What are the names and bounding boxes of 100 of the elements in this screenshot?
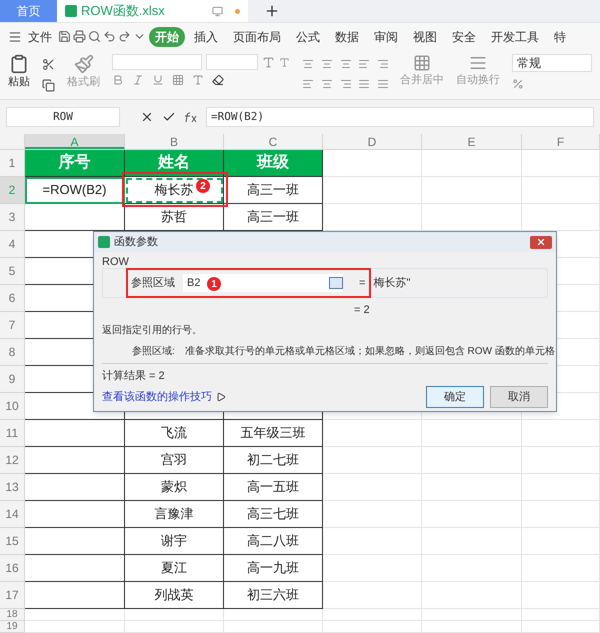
row-header[interactable]: 16: [0, 555, 25, 582]
row-header[interactable]: 15: [0, 528, 25, 555]
table-cell: 谢宇: [125, 528, 224, 555]
column-header[interactable]: C: [224, 134, 323, 149]
close-button[interactable]: [530, 236, 552, 248]
column-header[interactable]: E: [422, 134, 522, 149]
argument-help-text: 准备求取其行号的单元格或单元格区域；如果忽略，则返回包含 ROW 函数的单元格: [184, 344, 555, 358]
align-center-icon: [320, 78, 333, 90]
row-header[interactable]: 14: [0, 501, 25, 528]
ribbon-tab[interactable]: 公式: [290, 26, 326, 46]
ribbon-tab[interactable]: 安全: [446, 26, 482, 46]
row-header[interactable]: 7: [0, 312, 25, 339]
file-tab[interactable]: ROW函数.xlsx: [57, 0, 248, 22]
ribbon-tab[interactable]: 页面布局: [227, 26, 287, 46]
ok-button[interactable]: 确定: [426, 386, 484, 408]
home-tab[interactable]: 首页: [0, 0, 57, 22]
undo-icon[interactable]: [103, 30, 116, 43]
column-header[interactable]: B: [125, 134, 224, 149]
name-box[interactable]: ROW: [6, 107, 120, 127]
align-top-icon: [302, 58, 314, 70]
close-icon[interactable]: [536, 237, 546, 247]
argument-label: 参照区域: [131, 276, 175, 291]
new-tab-button[interactable]: [264, 3, 280, 19]
column-header[interactable]: F: [522, 134, 600, 149]
outdent-icon: [377, 58, 390, 70]
wrap-text-icon: [469, 54, 487, 72]
formula-field[interactable]: =ROW(B2): [206, 107, 594, 127]
file-menu[interactable]: 文件: [28, 28, 52, 46]
print-preview-icon[interactable]: [88, 30, 101, 43]
table-cell: 高一九班: [224, 555, 323, 582]
paste-button[interactable]: 粘贴: [8, 74, 30, 90]
row-header[interactable]: 4: [0, 231, 25, 258]
row-header[interactable]: 1: [0, 150, 25, 177]
justify-icon: [358, 78, 370, 90]
ribbon-tab[interactable]: 审阅: [368, 26, 404, 46]
row-header[interactable]: 5: [0, 258, 25, 285]
table-cell: 言豫津: [125, 501, 224, 528]
video-icon[interactable]: [216, 392, 226, 402]
table-cell: 初三六班: [224, 582, 323, 609]
underline-icon: [152, 74, 164, 86]
cancel-icon: [140, 110, 154, 124]
row-header[interactable]: 6: [0, 285, 25, 312]
table-cell: 高三七班: [224, 501, 323, 528]
row-header[interactable]: 11: [0, 420, 25, 447]
format-painter-button[interactable]: 格式刷: [67, 74, 100, 90]
monitor-icon: [212, 6, 223, 16]
ribbon-tab[interactable]: 开始: [149, 26, 185, 46]
cancel-button[interactable]: 取消: [490, 386, 548, 408]
distribute-icon: [377, 78, 390, 90]
row-header[interactable]: 8: [0, 339, 25, 366]
ribbon-tab[interactable]: 视图: [407, 26, 443, 46]
app-icon: [98, 236, 110, 248]
font-size-field[interactable]: [206, 54, 258, 70]
ribbon-tab[interactable]: 插入: [188, 26, 224, 46]
row-header[interactable]: 10: [0, 393, 25, 420]
step-badge: 2: [196, 179, 210, 193]
ribbon-tab[interactable]: 特: [548, 26, 572, 46]
tab-title: ROW函数.xlsx: [81, 2, 165, 20]
fx-icon[interactable]: [184, 110, 198, 124]
merge-center-button[interactable]: 合并居中: [400, 72, 444, 88]
ribbon-tab[interactable]: 数据: [329, 26, 365, 46]
table-cell: 五年级三班: [224, 420, 323, 447]
header-cell: 姓名: [125, 150, 224, 177]
range-picker-icon[interactable]: [329, 277, 343, 289]
row-header[interactable]: 17: [0, 582, 25, 609]
align-bottom-icon: [340, 58, 352, 70]
table-cell: 初二七班: [224, 447, 323, 474]
wrap-text-button[interactable]: 自动换行: [456, 72, 500, 88]
row-header[interactable]: 2: [0, 177, 25, 204]
align-right-icon: [340, 78, 352, 90]
copy-icon: [42, 79, 55, 92]
table-cell: 宫羽: [125, 447, 224, 474]
bold-icon: [112, 74, 124, 86]
font-name-field[interactable]: [112, 54, 202, 70]
table-cell: 夏江: [125, 555, 224, 582]
format-painter-icon: [74, 54, 94, 74]
menu-icon[interactable]: [8, 30, 22, 44]
help-link[interactable]: 查看该函数的操作技巧: [102, 388, 212, 406]
save-icon[interactable]: [58, 30, 71, 43]
paste-icon[interactable]: [9, 54, 29, 74]
header-cell: 序号: [25, 150, 125, 177]
row-header[interactable]: 12: [0, 447, 25, 474]
row-header[interactable]: 18: [0, 609, 25, 621]
printer-icon[interactable]: [73, 30, 86, 43]
column-header[interactable]: D: [323, 134, 422, 149]
number-format-field[interactable]: 常规: [512, 54, 592, 72]
function-name: ROW: [102, 256, 130, 268]
redo-icon[interactable]: [118, 30, 131, 43]
ribbon-tab[interactable]: 开发工具: [485, 26, 545, 46]
function-result: = 2: [354, 303, 371, 318]
table-cell: 蒙炽: [125, 474, 224, 501]
row-header[interactable]: 19: [0, 621, 25, 633]
row-header[interactable]: 3: [0, 204, 25, 231]
argument-help-label: 参照区域:: [132, 344, 175, 358]
row-header[interactable]: 9: [0, 366, 25, 393]
column-header[interactable]: A: [25, 134, 125, 149]
percent-icon: [512, 78, 524, 90]
spreadsheet-icon: [65, 5, 77, 17]
row-header[interactable]: 13: [0, 474, 25, 501]
header-cell: 班级: [224, 150, 323, 177]
